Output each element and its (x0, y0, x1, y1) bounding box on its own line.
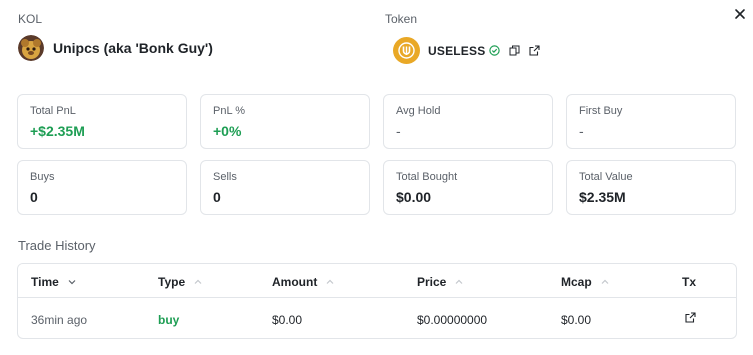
stat-value: 0 (213, 189, 221, 205)
kol-section-label: KOL (18, 12, 43, 26)
stat-card-avg-hold: Avg Hold - (383, 94, 553, 149)
stat-card-total-value: Total Value $2.35M (566, 160, 736, 215)
useless-token-logo (393, 37, 420, 64)
stat-label: Buys (30, 171, 55, 183)
stat-label: PnL % (213, 105, 246, 117)
tx-link-button[interactable] (685, 312, 696, 326)
open-token-link-button[interactable] (529, 45, 540, 56)
chevron-down-icon (68, 279, 76, 285)
stat-label: First Buy (579, 105, 623, 117)
column-label: Amount (272, 275, 318, 289)
stat-value: +0% (213, 123, 242, 139)
column-label: Time (31, 275, 59, 289)
trade-history-table: Time Type Amount Price Mcap Tx 36min ago… (17, 263, 737, 339)
stat-value: +$2.35M (30, 123, 85, 139)
sort-icon (601, 279, 609, 285)
cell-type: buy (158, 313, 180, 327)
kol-info: Unipcs (aka 'Bonk Guy') (18, 35, 213, 61)
trade-history-title: Trade History (18, 238, 96, 253)
table-header: Time Type Amount Price Mcap Tx (18, 264, 736, 298)
column-header-type[interactable]: Type (158, 275, 202, 289)
column-header-time[interactable]: Time (31, 275, 76, 289)
stat-card-first-buy: First Buy - (566, 94, 736, 149)
close-button[interactable] (733, 7, 747, 21)
stat-value: 0 (30, 189, 38, 205)
column-label: Tx (682, 275, 697, 289)
stat-card-pnl-percent: PnL % +0% (200, 94, 370, 149)
token-section-label: Token (385, 12, 418, 26)
stat-card-buys: Buys 0 (17, 160, 187, 215)
stat-value: - (396, 123, 401, 139)
column-label: Mcap (561, 275, 592, 289)
copy-address-button[interactable] (509, 45, 520, 56)
stat-label: Sells (213, 171, 237, 183)
column-header-amount[interactable]: Amount (272, 275, 334, 289)
kol-avatar (18, 35, 44, 61)
close-icon (735, 9, 745, 19)
verified-check-icon (489, 45, 501, 56)
column-label: Price (417, 275, 447, 289)
sort-icon (455, 279, 463, 285)
kol-name[interactable]: Unipcs (aka 'Bonk Guy') (53, 40, 213, 56)
sort-icon (326, 279, 334, 285)
stat-label: Total Value (579, 171, 633, 183)
column-header-mcap[interactable]: Mcap (561, 275, 609, 289)
table-row: 36min ago buy $0.00 $0.00000000 $0.00 (18, 299, 736, 338)
cell-price: $0.00000000 (417, 313, 488, 327)
cell-time: 36min ago (31, 313, 88, 327)
stat-card-total-pnl: Total PnL +$2.35M (17, 94, 187, 149)
cell-mcap: $0.00 (561, 313, 592, 327)
stat-value: $0.00 (396, 189, 432, 205)
stat-value: $2.35M (579, 189, 626, 205)
stat-value: - (579, 123, 584, 139)
token-info: USELESS (393, 37, 540, 64)
cell-amount: $0.00 (272, 313, 303, 327)
stat-label: Total Bought (396, 171, 458, 183)
external-link-icon (685, 312, 696, 323)
stat-label: Total PnL (30, 105, 76, 117)
copy-icon (509, 45, 520, 56)
stat-card-total-bought: Total Bought $0.00 (383, 160, 553, 215)
sort-icon (194, 279, 202, 285)
stat-label: Avg Hold (396, 105, 441, 117)
external-link-icon (529, 45, 540, 56)
stat-card-sells: Sells 0 (200, 160, 370, 215)
column-header-tx: Tx (682, 275, 696, 289)
column-label: Type (158, 275, 186, 289)
token-symbol: USELESS (428, 43, 486, 58)
column-header-price[interactable]: Price (417, 275, 463, 289)
